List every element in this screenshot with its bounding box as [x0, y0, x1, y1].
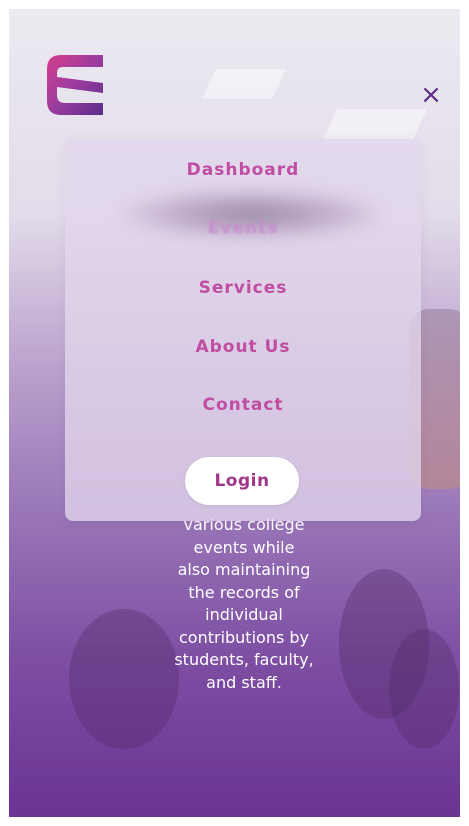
- hero-line: events while: [193, 537, 295, 557]
- hero-description: various college events while also mainta…: [129, 514, 359, 694]
- close-icon[interactable]: ×: [417, 81, 445, 109]
- hero-line: individual: [205, 605, 283, 624]
- ceiling-light-panel: [202, 69, 286, 99]
- hero-line: contributions by: [178, 627, 309, 647]
- hero-line: the records of: [188, 582, 300, 602]
- hero-line: students, faculty,: [174, 650, 314, 669]
- hero-line: and staff.: [206, 672, 282, 692]
- background-person: [389, 629, 459, 749]
- nav-menu-panel: Dashboard Events Services About Us Conta…: [65, 139, 421, 521]
- app-screen: × various college events while also main…: [9, 9, 460, 817]
- login-button[interactable]: Login: [185, 457, 299, 505]
- nav-item-contact[interactable]: Contact: [65, 395, 421, 415]
- hero-line: also maintaining: [177, 560, 311, 579]
- nav-item-events[interactable]: Events: [65, 218, 421, 238]
- stylized-e-logo-icon[interactable]: [47, 53, 105, 117]
- nav-item-dashboard[interactable]: Dashboard: [65, 160, 421, 180]
- nav-item-services[interactable]: Services: [65, 278, 421, 298]
- nav-item-about-us[interactable]: About Us: [65, 337, 421, 357]
